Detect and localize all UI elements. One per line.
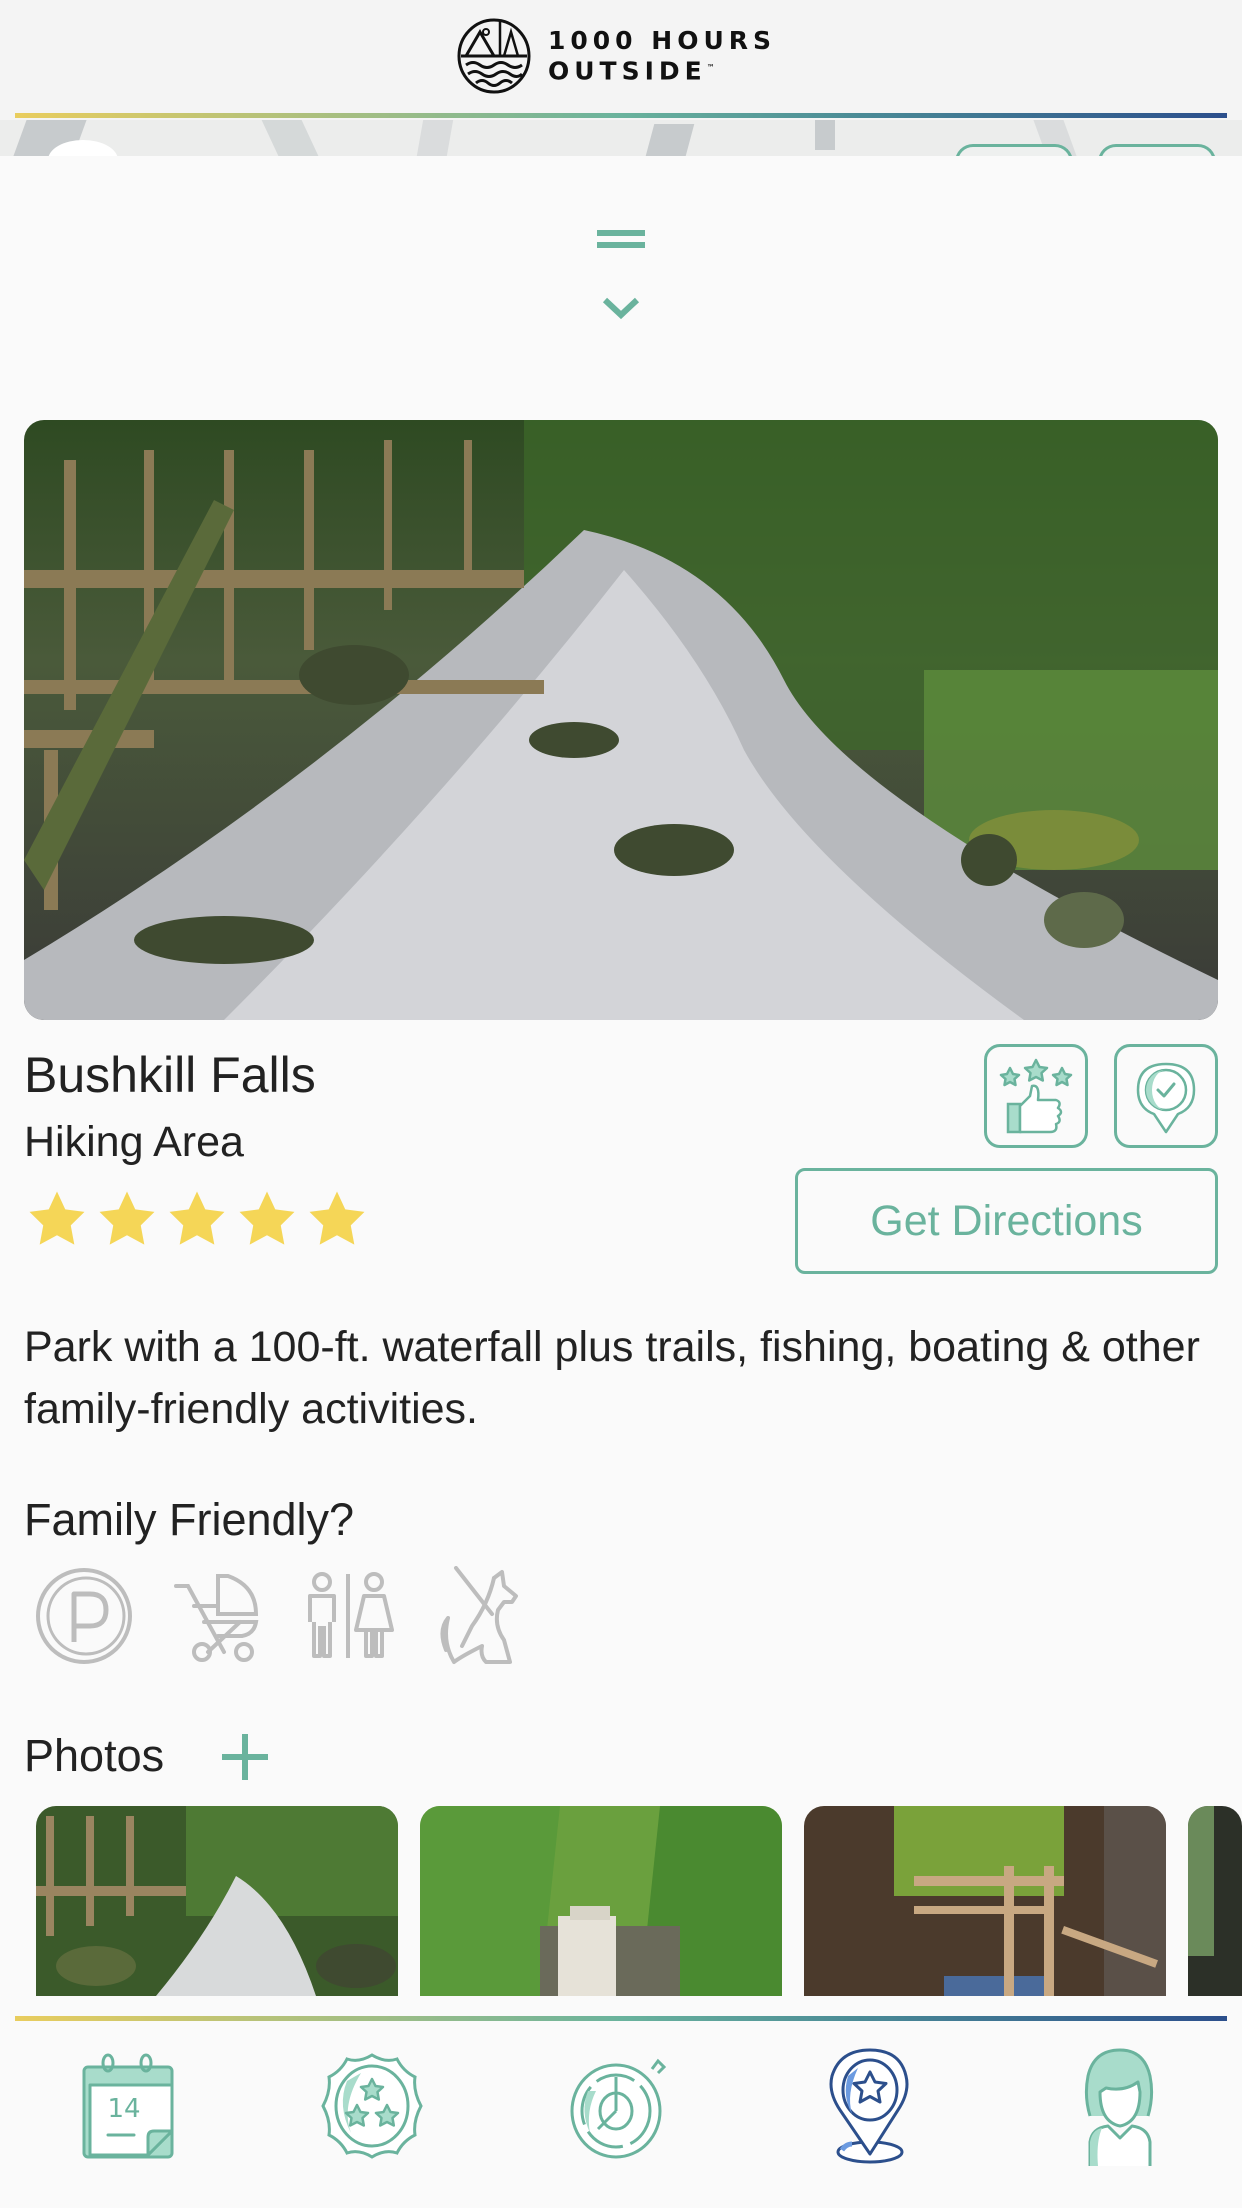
tab-badges[interactable] [317,2051,427,2161]
location-star-icon [829,2048,909,2164]
star-icon [99,1191,155,1245]
amenity-parking[interactable] [34,1566,134,1666]
profile-icon [1084,2048,1154,2166]
parking-icon [36,1568,132,1664]
amenity-restroom[interactable] [298,1566,398,1666]
thumbs-up-stars-icon [999,1058,1073,1134]
photo-thumbnail[interactable] [420,1806,782,1996]
place-description: Park with a 100-ft. waterfall plus trail… [24,1323,1200,1433]
restroom-icon [308,1572,394,1658]
badge-stars-icon [321,2053,423,2159]
map-control-button[interactable] [955,144,1073,156]
check-in-button[interactable] [1114,1044,1218,1148]
place-name: Bushkill Falls [24,1047,316,1103]
star-icon [309,1191,365,1245]
place-detail-sheet: Bushkill Falls Hiking Area Get Direction… [0,156,1242,2016]
photo-thumbnail[interactable] [36,1806,398,1996]
map-control-button[interactable] [1098,144,1216,156]
drag-handle[interactable] [597,230,645,254]
calendar-day: 14 [107,2094,140,2124]
amenity-stroller[interactable] [168,1566,268,1666]
tabbar-gradient-divider [15,2016,1227,2021]
trademark: ™ [706,63,715,73]
brand-line-2: OUTSIDE [548,56,707,86]
rate-place-button[interactable] [984,1044,1088,1148]
stroller-icon [174,1574,259,1662]
family-friendly-heading: Family Friendly? [24,1494,355,1545]
stopwatch-icon [570,2058,667,2159]
star-rating [24,1186,370,1252]
tab-profile[interactable] [1064,2048,1174,2166]
header-gradient-divider [15,113,1227,118]
tab-timer[interactable] [566,2051,676,2161]
star-icon [169,1191,225,1245]
bottom-tab-bar: 14 [0,2023,1242,2208]
location-check-icon [1136,1062,1196,1134]
star-icon [29,1191,85,1245]
hero-photo[interactable] [24,420,1218,1020]
logo-emblem-icon [457,18,531,94]
star-icon [239,1191,295,1245]
collapse-chevron-icon[interactable] [602,296,640,320]
get-directions-button[interactable]: Get Directions [795,1168,1218,1274]
app-header: 1000 HOURS OUTSIDE™ [0,0,1242,120]
place-category: Hiking Area [24,1118,244,1166]
map-background[interactable] [0,120,1242,156]
photo-thumbnail[interactable] [1188,1806,1242,1996]
tab-places[interactable] [816,2048,926,2164]
photo-thumbnail[interactable] [804,1806,1166,1996]
photos-heading: Photos [24,1730,165,1781]
dog-icon [440,1566,518,1664]
brand-logo: 1000 HOURS OUTSIDE™ [456,18,776,94]
add-photo-button[interactable] [222,1734,268,1780]
brand-line-1: 1000 HOURS [548,26,777,56]
calendar-icon: 14 [82,2053,174,2159]
tab-calendar[interactable]: 14 [69,2051,179,2161]
amenity-dog-friendly[interactable] [432,1566,532,1666]
